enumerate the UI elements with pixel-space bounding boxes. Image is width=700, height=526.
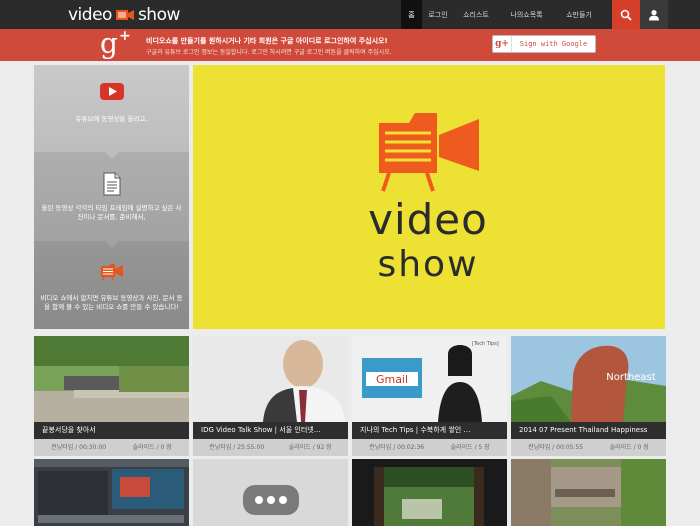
video-card-8-thumbnail[interactable] — [511, 459, 666, 526]
video-card-1[interactable]: 끝봉서당을 찾아서 런닝타임 / 00:30:00 슬라이드 / 0 장 — [34, 336, 189, 456]
google-login-banner: g + 비디오쇼를 만들기를 원하시거나 기타 회원은 구글 아이디로 로그인하여… — [0, 27, 700, 61]
nav-login[interactable]: 로그인 — [422, 0, 454, 29]
google-plus-small-icon: g+ — [493, 36, 512, 52]
thumbnail-image: Northeast — [511, 336, 666, 422]
video-title[interactable]: 끝봉서당을 찾아서 — [34, 422, 189, 439]
video-card-7-thumbnail[interactable] — [352, 459, 507, 526]
user-icon — [649, 9, 659, 20]
banner-subtext: 구글과 유튜브 로그인 정보는 동일합니다. 로그인 하시려면 구글 로그인 버… — [146, 49, 392, 56]
video-card-3[interactable]: Gmail [Tech Tips] 지나의 Tech Tips | 수북하게 쌓… — [352, 336, 507, 456]
video-slides: 슬라이드 / 0 장 — [132, 444, 172, 451]
hero-banner: video show — [193, 65, 665, 329]
video-thumbnail[interactable]: Northeast — [511, 336, 666, 422]
step-prepare-text: 올린 동영상 각각의 타임 프레임에 설명하고 싶은 사진이나 문서를, 준비해… — [41, 204, 182, 221]
video-thumbnail[interactable]: Gmail [Tech Tips] — [352, 336, 507, 422]
google-signin-label: Sign with Google — [519, 40, 588, 48]
nav-my-shows[interactable]: 나의쇼목록 — [498, 0, 555, 29]
video-title[interactable]: 2014 07 Present Thailand Happiness — [511, 422, 666, 439]
top-navbar: video show 홈 로그인 쇼리스트 나의쇼목록 쇼만들기 — [0, 0, 700, 29]
video-title[interactable]: IDG Video Talk Show | 서울 인터넷… — [193, 422, 348, 439]
video-meta: 런닝타임 / 00:02:36 슬라이드 / 5 장 — [352, 439, 507, 456]
banner-headline: 비디오쇼를 만들기를 원하시거나 기타 회원은 구글 아이디로 로그인하여 주십… — [146, 37, 388, 45]
how-it-works-steps: 유튜브에 동영상을 올리고, 올린 동영상 각각의 타임 프레임에 설명하고 싶… — [34, 65, 189, 329]
document-icon — [103, 172, 120, 196]
video-card-5-thumbnail[interactable] — [34, 459, 189, 526]
video-meta: 런닝타임 / 00:30:00 슬라이드 / 0 장 — [34, 439, 189, 456]
step-combine-text: 비디오 쇼에서 합치면 유튜브 동영상과 사진, 문서 등을 함께 볼 수 있는… — [40, 294, 183, 311]
hero-word-video: video — [368, 195, 488, 244]
thumb-text-gmail: Gmail — [376, 373, 408, 386]
thumbnail-image — [352, 459, 507, 526]
thumbnail-image — [34, 336, 189, 422]
brand-word-video: video — [68, 5, 112, 25]
nav-links: 홈 로그인 쇼리스트 나의쇼목록 쇼만들기 — [401, 0, 603, 29]
step-arrow — [105, 241, 119, 248]
thumb-text-northeast: Northeast — [606, 372, 655, 383]
search-button[interactable] — [612, 0, 640, 29]
user-button[interactable] — [640, 0, 668, 29]
video-runtime: 런닝타임 / 25:55:00 — [209, 444, 265, 451]
thumbnail-image — [193, 336, 348, 422]
video-slides: 슬라이드 / 5 장 — [450, 444, 490, 451]
video-thumbnail[interactable] — [34, 336, 189, 422]
video-card-6-thumbnail[interactable] — [193, 459, 348, 526]
hero-word-show: show — [377, 244, 479, 285]
placeholder-more-icon — [193, 459, 348, 526]
youtube-icon — [99, 83, 124, 100]
step-arrow — [105, 152, 119, 159]
video-runtime: 런닝타임 / 00:30:00 — [51, 444, 107, 451]
video-card-2[interactable]: IDG Video Talk Show | 서울 인터넷… 런닝타임 / 25:… — [193, 336, 348, 456]
video-slides: 슬라이드 / 92 장 — [288, 444, 332, 451]
videoshow-camera-icon — [115, 10, 134, 20]
nav-home[interactable]: 홈 — [401, 0, 422, 29]
google-plus-icon: g + — [100, 27, 131, 60]
video-runtime: 런닝타임 / 00:05:55 — [528, 444, 584, 451]
step-upload-text: 유튜브에 동영상을 올리고, — [75, 115, 148, 123]
videoshow-icon — [100, 264, 123, 281]
step-prepare: 올린 동영상 각각의 타임 프레임에 설명하고 싶은 사진이나 문서를, 준비해… — [34, 152, 189, 241]
videoshow-logo-icon — [379, 113, 479, 192]
search-icon — [620, 9, 632, 21]
thumbnail-image: Gmail [Tech Tips] — [352, 336, 507, 422]
step-combine: 비디오 쇼에서 합치면 유튜브 동영상과 사진, 문서 등을 함께 볼 수 있는… — [34, 241, 189, 329]
video-slides: 슬라이드 / 0 장 — [609, 444, 649, 451]
video-meta: 런닝타임 / 00:05:55 슬라이드 / 0 장 — [511, 439, 666, 456]
thumbnail-image — [34, 459, 189, 526]
brand-logo[interactable]: video show — [68, 4, 180, 26]
video-runtime: 런닝타임 / 00:02:36 — [369, 444, 425, 451]
brand-word-show: show — [137, 5, 180, 25]
nav-showlist[interactable]: 쇼리스트 — [454, 0, 498, 29]
video-title[interactable]: 지나의 Tech Tips | 수북하게 쌓인 … — [352, 422, 507, 439]
video-card-4[interactable]: Northeast 2014 07 Present Thailand Happi… — [511, 336, 666, 456]
video-thumbnail[interactable] — [193, 336, 348, 422]
google-signin-button[interactable]: g+ Sign with Google — [492, 35, 596, 53]
thumb-text-tech-tips: [Tech Tips] — [472, 341, 499, 347]
nav-make-show[interactable]: 쇼만들기 — [555, 0, 603, 29]
step-upload: 유튜브에 동영상을 올리고, — [34, 65, 189, 152]
video-meta: 런닝타임 / 25:55:00 슬라이드 / 92 장 — [193, 439, 348, 456]
thumbnail-image — [511, 459, 666, 526]
